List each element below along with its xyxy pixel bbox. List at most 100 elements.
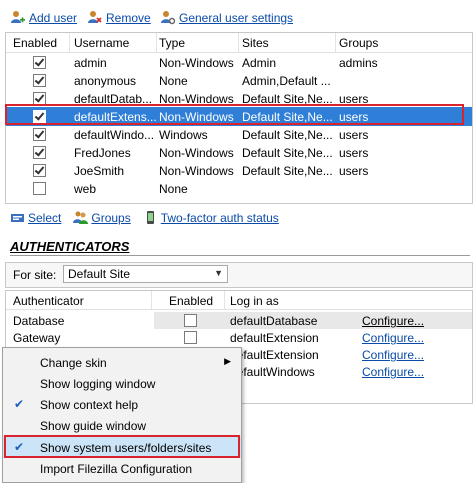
user-add-icon <box>10 10 25 25</box>
configure-link[interactable]: Configure... <box>362 331 424 345</box>
sites-cell: Default Site,Ne... <box>242 146 333 160</box>
remove-label[interactable]: Remove <box>106 11 151 25</box>
two-factor-auth-status-label[interactable]: Two-factor auth status <box>161 211 279 225</box>
authenticators-header: Authenticator Enabled Log in as <box>6 291 472 310</box>
authenticator-enabled-checkbox[interactable] <box>184 314 197 327</box>
configure-link[interactable]: Configure... <box>362 365 424 379</box>
select-label[interactable]: Select <box>28 211 61 225</box>
username-cell: defaultWindo... <box>74 128 155 142</box>
username-cell: FredJones <box>74 146 131 160</box>
groups-button[interactable]: Groups <box>73 210 131 225</box>
menu-item-show-logging-window[interactable]: Show logging window <box>3 373 241 394</box>
authenticator-row[interactable]: Database defaultDatabase Configure... <box>6 312 472 329</box>
col-enabled[interactable]: Enabled <box>169 294 213 308</box>
log-in-as-cell: defaultExtension <box>230 348 319 362</box>
table-row[interactable]: admin Non-Windows Admin admins <box>6 53 472 72</box>
log-in-as-cell: defaultDatabase <box>230 314 318 328</box>
enabled-checkbox[interactable] <box>33 56 46 69</box>
select-button[interactable]: Select <box>10 210 61 225</box>
authenticator-name: Database <box>13 314 65 328</box>
type-cell: Non-Windows <box>159 164 234 178</box>
log-in-as-cell: defaultWindows <box>230 365 315 379</box>
col-username[interactable]: Username <box>74 36 129 50</box>
configure-link[interactable]: Configure... <box>362 314 424 328</box>
type-cell: None <box>159 182 188 196</box>
submenu-arrow-icon: ▶ <box>224 356 231 366</box>
check-icon: ✔ <box>14 397 25 411</box>
table-row[interactable]: FredJones Non-Windows Default Site,Ne...… <box>6 143 472 162</box>
col-divider <box>156 33 157 52</box>
remove-button[interactable]: Remove <box>87 10 151 25</box>
menu-item-show-guide-window[interactable]: Show guide window <box>3 415 241 436</box>
two-factor-auth-status-button[interactable]: Two-factor auth status <box>143 210 279 225</box>
groups-cell: users <box>339 128 369 142</box>
col-enabled[interactable]: Enabled <box>13 36 57 50</box>
configure-link[interactable]: Configure... <box>362 348 424 362</box>
dropdown-arrow-icon: ▼ <box>214 268 223 278</box>
menu-item-label: Show guide window <box>40 419 147 433</box>
table-row[interactable]: JoeSmith Non-Windows Default Site,Ne... … <box>6 161 472 180</box>
groups-cell: admins <box>339 56 378 70</box>
log-in-as-cell: defaultExtension <box>230 331 319 345</box>
add-user-button[interactable]: Add user <box>10 10 77 25</box>
menu-item-label: Change skin <box>40 356 107 370</box>
col-groups[interactable]: Groups <box>339 36 378 50</box>
sites-cell: Admin <box>242 56 277 70</box>
secondary-toolbar: Select Groups Two-factor auth status <box>10 210 279 225</box>
site-dropdown-value: Default Site <box>68 267 131 281</box>
col-log-in-as[interactable]: Log in as <box>230 294 279 308</box>
enabled-checkbox[interactable] <box>33 164 46 177</box>
menu-item-change-skin[interactable]: Change skin ▶ <box>3 352 241 373</box>
enabled-checkbox[interactable] <box>33 74 46 87</box>
heading-divider <box>10 255 470 256</box>
add-user-label[interactable]: Add user <box>29 11 77 25</box>
enabled-checkbox[interactable] <box>33 128 46 141</box>
site-dropdown[interactable]: Default Site ▼ <box>63 265 228 283</box>
col-divider <box>238 33 239 52</box>
select-icon <box>10 210 25 225</box>
phone-icon <box>143 210 158 225</box>
menu-item-label: Import Filezilla Configuration <box>40 462 193 476</box>
type-cell: Non-Windows <box>159 146 234 160</box>
general-user-settings-button[interactable]: General user settings <box>160 10 293 25</box>
table-row[interactable]: web None <box>6 179 472 198</box>
users-table-header: Enabled Username Type Sites Groups <box>6 33 472 53</box>
authenticator-name: Gateway <box>13 331 61 345</box>
for-site-bar: For site: Default Site ▼ <box>5 262 473 288</box>
sites-cell: Default Site,Ne... <box>242 128 333 142</box>
authenticator-row[interactable]: Gateway defaultExtension Configure... <box>6 329 472 346</box>
col-divider <box>224 291 225 309</box>
sites-cell: Default Site,Ne... <box>242 164 333 178</box>
user-toolbar: Add user Remove General user settings <box>0 0 474 32</box>
type-cell: None <box>159 74 188 88</box>
col-sites[interactable]: Sites <box>242 36 269 50</box>
menu-item-highlight-box <box>4 435 240 458</box>
enabled-checkbox[interactable] <box>33 182 46 195</box>
general-user-settings-label[interactable]: General user settings <box>179 11 293 25</box>
col-authenticator[interactable]: Authenticator <box>13 294 84 308</box>
groups-label[interactable]: Groups <box>91 211 130 225</box>
username-cell: admin <box>74 56 107 70</box>
user-settings-icon <box>160 10 176 25</box>
context-menu: Change skin ▶ Show logging window ✔ Show… <box>2 347 242 483</box>
groups-icon <box>73 210 89 225</box>
authenticator-enabled-checkbox[interactable] <box>184 331 197 344</box>
col-type[interactable]: Type <box>159 36 185 50</box>
menu-item-import-filezilla-configuration[interactable]: Import Filezilla Configuration <box>3 458 241 479</box>
table-row[interactable]: anonymous None Admin,Default ... <box>6 71 472 90</box>
menu-item-label: Show logging window <box>40 377 156 391</box>
username-cell: JoeSmith <box>74 164 125 178</box>
selected-row-highlight-box <box>5 104 464 125</box>
table-row[interactable]: defaultWindo... Windows Default Site,Ne.… <box>6 125 472 144</box>
col-divider <box>151 291 152 309</box>
col-divider <box>335 33 336 52</box>
username-cell: anonymous <box>74 74 137 88</box>
for-site-label: For site: <box>13 268 57 282</box>
enabled-checkbox[interactable] <box>33 146 46 159</box>
groups-cell: users <box>339 164 369 178</box>
groups-cell: users <box>339 146 369 160</box>
menu-item-show-context-help[interactable]: ✔ Show context help <box>3 394 241 415</box>
menu-item-label: Show context help <box>40 398 139 412</box>
col-divider <box>69 33 70 52</box>
username-cell: web <box>74 182 97 196</box>
